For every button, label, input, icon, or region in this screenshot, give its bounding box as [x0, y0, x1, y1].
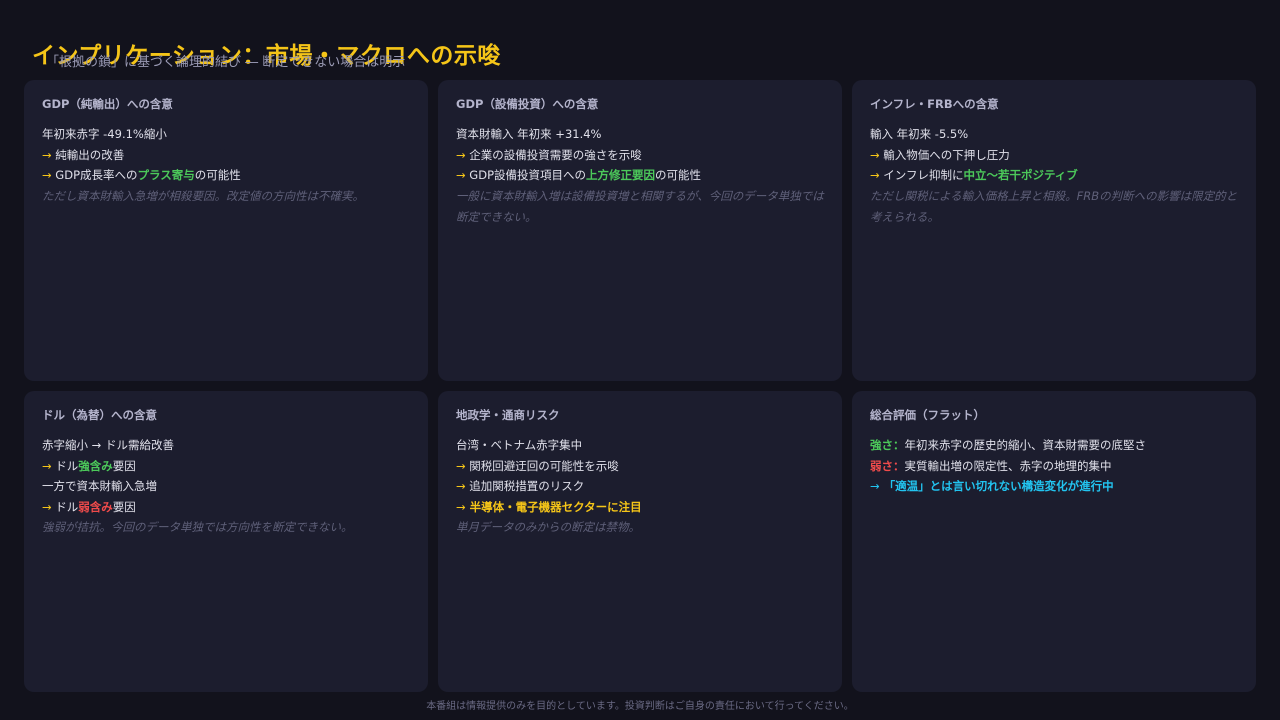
- card-line: 台湾・ベトナム赤字集中: [456, 438, 583, 452]
- line-text: の可能性: [655, 168, 701, 182]
- card-line: → 半導体・電子機器セクターに注目: [456, 497, 824, 518]
- card-title: 地政学・通商リスク: [456, 408, 560, 422]
- highlight-negative: 弱含み: [78, 499, 113, 514]
- conclusion-text: 「適温」とは言い切れない構造変化が進行中: [879, 479, 1114, 493]
- card-title: GDP（設備投資）への含意: [456, 97, 599, 111]
- line-text: 輸入物価への下押し圧力: [879, 147, 1010, 162]
- arrow-icon: →: [870, 147, 880, 162]
- card-line: 輸入 年初来 -5.5%: [870, 127, 969, 141]
- card-note: ただし資本財輸入急増が相殺要因。改定値の方向性は不確実。: [42, 188, 364, 203]
- line-text: GDP設備投資項目への: [465, 168, 586, 182]
- arrow-icon: →: [870, 168, 880, 182]
- card-note: 単月データのみからの断定は禁物。: [456, 520, 640, 534]
- line-text: 純輸出の改善: [51, 147, 125, 162]
- line-text: 関税回避迂回の可能性を示唆: [465, 458, 619, 473]
- card-overall: 総合評価（フラット） 強さ：年初来赤字の歴史的縮小、資本財需要の底堅さ 弱さ：実…: [852, 391, 1256, 692]
- card-line: → 純輸出の改善: [42, 145, 410, 166]
- card-line: 資本財輸入 年初来 +31.4%: [456, 127, 602, 141]
- arrow-icon: →: [42, 168, 52, 182]
- card-line: → 追加関税措置のリスク: [456, 476, 824, 497]
- line-text: インフレ抑制に: [879, 168, 964, 182]
- card-dollar-fx: ドル（為替）への含意 赤字縮小 → ドル需給改善 → ドル強含み要因 一方で資本…: [24, 391, 428, 692]
- line-text: 要因: [112, 499, 136, 514]
- card-title: ドル（為替）への含意: [42, 408, 157, 422]
- card-line: 赤字縮小 → ドル需給改善: [42, 438, 174, 452]
- footer-disclaimer: 本番組は情報提供のみを目的としています。投資判断はご自身の責任において行ってくだ…: [426, 701, 854, 712]
- highlight-positive: 強含み: [78, 458, 113, 473]
- line-text: 年初来赤字の歴史的縮小、資本財需要の底堅さ: [904, 438, 1147, 452]
- card-line: → ドル強含み要因: [42, 456, 410, 477]
- page-subtitle: 「根拠の鎖」に基づく論理的結び ― 断定できない場合は明示: [46, 55, 406, 70]
- arrow-icon: →: [42, 458, 52, 473]
- line-text: 企業の設備投資需要の強さを示唆: [465, 147, 642, 162]
- card-note: 一般に資本財輸入増は設備投資増と相関するが、今回のデータ単独では断定できない。: [456, 188, 824, 224]
- arrow-icon: →: [456, 458, 466, 473]
- card-grid: GDP（純輸出）への含意 年初来赤字 -49.1%縮小 → 純輸出の改善 → G…: [24, 80, 1256, 692]
- card-gdp-capex: GDP（設備投資）への含意 資本財輸入 年初来 +31.4% → 企業の設備投資…: [438, 80, 842, 381]
- card-note: ただし関税による輸入価格上昇と相殺。FRBの判断への影響は限定的と考えられる。: [870, 188, 1238, 224]
- arrow-icon: →: [42, 499, 52, 514]
- card-note: 強弱が拮抗。今回のデータ単独では方向性を断定できない。: [42, 520, 353, 534]
- card-line: → 「適温」とは言い切れない構造変化が進行中: [870, 476, 1238, 497]
- card-gdp-net-exports: GDP（純輸出）への含意 年初来赤字 -49.1%縮小 → 純輸出の改善 → G…: [24, 80, 428, 381]
- card-title: GDP（純輸出）への含意: [42, 97, 173, 111]
- card-line: → インフレ抑制に中立〜若干ポジティブ: [870, 165, 1238, 186]
- card-line: 強さ：年初来赤字の歴史的縮小、資本財需要の底堅さ: [870, 435, 1238, 456]
- arrow-icon: →: [456, 499, 466, 514]
- card-title: 総合評価（フラット）: [870, 408, 985, 422]
- card-line: → GDP成長率へのプラス寄与の可能性: [42, 165, 410, 186]
- card-line: → GDP設備投資項目への上方修正要因の可能性: [456, 165, 824, 186]
- card-line: → 関税回避迂回の可能性を示唆: [456, 456, 824, 477]
- card-line: 一方で資本財輸入急増: [42, 479, 157, 493]
- arrow-icon: →: [870, 479, 880, 493]
- weakness-label: 弱さ：: [870, 458, 905, 473]
- highlight-positive: プラス寄与: [137, 168, 195, 182]
- line-text: 実質輸出増の限定性、赤字の地理的集中: [904, 458, 1112, 473]
- line-text: 追加関税措置のリスク: [465, 479, 585, 493]
- card-line: → ドル弱含み要因: [42, 497, 410, 518]
- strength-label: 強さ：: [870, 438, 905, 452]
- arrow-icon: →: [456, 168, 466, 182]
- line-text: ドル: [51, 499, 79, 514]
- card-line: → 輸入物価への下押し圧力: [870, 145, 1238, 166]
- line-text: ドル: [51, 458, 79, 473]
- arrow-icon: →: [42, 147, 52, 162]
- card-line: 弱さ：実質輸出増の限定性、赤字の地理的集中: [870, 456, 1238, 477]
- arrow-icon: →: [456, 147, 466, 162]
- card-inflation-frb: インフレ・FRBへの含意 輸入 年初来 -5.5% → 輸入物価への下押し圧力 …: [852, 80, 1256, 381]
- line-text: 要因: [112, 458, 136, 473]
- line-text: GDP成長率への: [51, 168, 138, 182]
- card-geopolitics: 地政学・通商リスク 台湾・ベトナム赤字集中 → 関税回避迂回の可能性を示唆 → …: [438, 391, 842, 692]
- arrow-icon: →: [456, 479, 466, 493]
- card-line: 年初来赤字 -49.1%縮小: [42, 127, 167, 141]
- card-line: → 企業の設備投資需要の強さを示唆: [456, 145, 824, 166]
- highlight-positive: 上方修正要因: [586, 168, 655, 182]
- highlight-positive: 中立〜若干ポジティブ: [963, 168, 1078, 182]
- line-text: の可能性: [194, 168, 241, 182]
- highlight-focus: 半導体・電子機器セクターに注目: [465, 499, 642, 514]
- card-title: インフレ・FRBへの含意: [870, 97, 999, 111]
